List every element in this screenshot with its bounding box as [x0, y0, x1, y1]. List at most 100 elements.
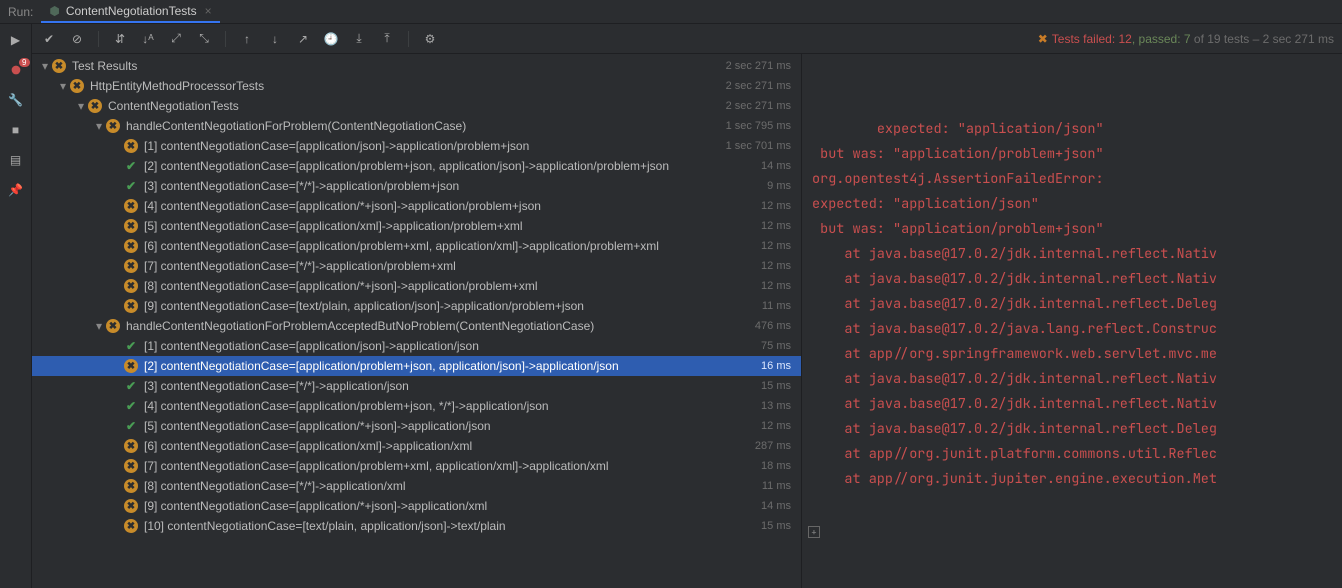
test-toolbar: ✔ ⊘ ⇵ ↓ᴬ ⤢ ⤡ ↑ ↓ ↗ 🕘 ⤓ ⤒ ⚙ ✖ Tests faile…	[32, 24, 1342, 54]
test-node[interactable]: ✖[8] contentNegotiationCase=[application…	[32, 276, 801, 296]
expand-all-icon[interactable]: ⤢	[167, 30, 185, 48]
test-duration: 12 ms	[753, 240, 791, 252]
console-output[interactable]: expected: "application/json" but was: "a…	[802, 54, 1342, 588]
separator	[98, 31, 99, 47]
test-node[interactable]: ✖[7] contentNegotiationCase=[application…	[32, 456, 801, 476]
test-node[interactable]: ✔[3] contentNegotiationCase=[*/*]->appli…	[32, 376, 801, 396]
next-icon[interactable]: ↓	[266, 30, 284, 48]
test-label: handleContentNegotiationForProblemAccept…	[126, 319, 747, 333]
test-duration: 2 sec 271 ms	[718, 100, 791, 112]
test-node[interactable]: ✖[9] contentNegotiationCase=[application…	[32, 496, 801, 516]
test-node[interactable]: ✖[1] contentNegotiationCase=[application…	[32, 136, 801, 156]
summary-suffix: of 19 tests – 2 sec 271 ms	[1191, 32, 1334, 46]
test-duration: 11 ms	[754, 480, 791, 492]
test-node[interactable]: ▾✖HttpEntityMethodProcessorTests2 sec 27…	[32, 76, 801, 96]
pass-icon: ✔	[124, 419, 138, 433]
pass-icon: ✔	[124, 179, 138, 193]
fail-badge-icon: ✖	[1038, 32, 1048, 46]
sort-alpha-icon[interactable]: ↓ᴬ	[139, 30, 157, 48]
test-duration: 12 ms	[753, 200, 791, 212]
test-label: [7] contentNegotiationCase=[application/…	[144, 459, 753, 473]
test-duration: 2 sec 271 ms	[718, 80, 791, 92]
main-row: ▶ 🔧 ■ ▤ 📌 ✔ ⊘ ⇵ ↓ᴬ ⤢ ⤡ ↑ ↓ ↗ 🕘 ⤓ ⤒ ⚙	[0, 24, 1342, 588]
collapse-all-icon[interactable]: ⤡	[195, 30, 213, 48]
show-passed-toggle[interactable]: ✔	[40, 30, 58, 48]
test-label: [9] contentNegotiationCase=[text/plain, …	[144, 299, 754, 313]
test-summary: ✖ Tests failed: 12, passed: 7 of 19 test…	[1038, 32, 1334, 46]
test-node[interactable]: ✖[10] contentNegotiationCase=[text/plain…	[32, 516, 801, 536]
test-duration: 15 ms	[753, 380, 791, 392]
test-label: ContentNegotiationTests	[108, 99, 718, 113]
stop-button[interactable]: ■	[6, 120, 26, 140]
expand-arrow-icon[interactable]: ▾	[38, 59, 52, 73]
test-node[interactable]: ✔[3] contentNegotiationCase=[*/*]->appli…	[32, 176, 801, 196]
test-node[interactable]: ✖ [5] contentNegotiationCase=[application…	[32, 216, 801, 236]
tab-title: ContentNegotiationTests	[66, 4, 197, 18]
test-tree[interactable]: ▾✖Test Results2 sec 271 ms▾✖HttpEntityMe…	[32, 54, 802, 588]
fail-icon: ✖	[106, 319, 120, 333]
test-node[interactable]: ✖[7] contentNegotiationCase=[*/*]->appli…	[32, 256, 801, 276]
fail-icon: ✖	[124, 519, 138, 533]
test-duration: 14 ms	[753, 160, 791, 172]
test-node[interactable]: ▾✖ handleContentNegotiationForProblemAcce…	[32, 316, 801, 336]
test-node[interactable]: ✔[1] contentNegotiationCase=[application…	[32, 336, 801, 356]
test-label: [8] contentNegotiationCase=[application/…	[144, 279, 753, 293]
pass-icon: ✔	[124, 379, 138, 393]
pin-icon[interactable]: 📌	[6, 180, 26, 200]
content-column: ✔ ⊘ ⇵ ↓ᴬ ⤢ ⤡ ↑ ↓ ↗ 🕘 ⤓ ⤒ ⚙ ✖ Tests faile…	[32, 24, 1342, 588]
test-node[interactable]: ▾✖Test Results2 sec 271 ms	[32, 56, 801, 76]
test-node[interactable]: ✔[2] contentNegotiationCase=[application…	[32, 156, 801, 176]
wrench-icon[interactable]: 🔧	[6, 90, 26, 110]
rerun-button[interactable]: ▶	[6, 30, 26, 50]
test-duration: 12 ms	[753, 420, 791, 432]
pass-icon: ✔	[124, 159, 138, 173]
fail-icon: ✖	[124, 259, 138, 273]
test-node[interactable]: ✖[6] contentNegotiationCase=[application…	[32, 436, 801, 456]
test-node[interactable]: ✔[5] contentNegotiationCase=[application…	[32, 416, 801, 436]
console-text: expected: "application/json" but was: "a…	[812, 120, 1217, 488]
test-config-icon: ⬢	[49, 4, 59, 18]
test-duration: 12 ms	[753, 280, 791, 292]
expand-arrow-icon[interactable]: ▾	[92, 319, 106, 333]
test-label: [4] contentNegotiationCase=[application/…	[144, 399, 753, 413]
run-config-tab[interactable]: ⬢ ContentNegotiationTests ×	[41, 1, 219, 23]
summary-failed-count: 12	[1119, 32, 1132, 46]
expand-arrow-icon[interactable]: ▾	[56, 79, 70, 93]
prev-icon[interactable]: ↑	[238, 30, 256, 48]
test-node[interactable]: ✖[6] contentNegotiationCase=[application…	[32, 236, 801, 256]
test-duration: 12 ms	[753, 220, 791, 232]
test-label: [5] contentNegotiationCase=[application/…	[144, 219, 753, 233]
test-node[interactable]: ✔[4] contentNegotiationCase=[application…	[32, 396, 801, 416]
test-node[interactable]: ✖[4] contentNegotiationCase=[application…	[32, 196, 801, 216]
test-duration: 14 ms	[753, 500, 791, 512]
import-icon[interactable]: ⤓	[350, 30, 368, 48]
fail-icon: ✖	[124, 139, 138, 153]
test-node[interactable]: ✖[2] contentNegotiationCase=[application…	[32, 356, 801, 376]
summary-failed-prefix: Tests failed:	[1052, 32, 1119, 46]
show-ignored-toggle[interactable]: ⊘	[68, 30, 86, 48]
history-icon[interactable]: 🕘	[322, 30, 340, 48]
fail-icon: ✖	[124, 439, 138, 453]
fail-icon: ✖	[124, 499, 138, 513]
test-node[interactable]: ✖[9] contentNegotiationCase=[text/plain,…	[32, 296, 801, 316]
fail-icon: ✖	[124, 219, 138, 233]
test-node[interactable]: ✖[8] contentNegotiationCase=[*/*]->appli…	[32, 476, 801, 496]
test-label: [6] contentNegotiationCase=[application/…	[144, 239, 753, 253]
settings-icon[interactable]: ⚙	[421, 30, 439, 48]
test-label: [8] contentNegotiationCase=[*/*]->applic…	[144, 479, 754, 493]
expand-arrow-icon[interactable]: ▾	[92, 119, 106, 133]
test-node[interactable]: ▾✖handleContentNegotiationForProblem(Con…	[32, 116, 801, 136]
test-label: [1] contentNegotiationCase=[application/…	[144, 339, 753, 353]
fail-icon: ✖	[88, 99, 102, 113]
test-duration: 15 ms	[753, 520, 791, 532]
sort-icon[interactable]: ⇵	[111, 30, 129, 48]
rerun-failed-button[interactable]	[6, 60, 26, 80]
close-icon[interactable]: ×	[205, 4, 212, 18]
test-duration: 16 ms	[753, 360, 791, 372]
expand-fold-icon[interactable]: +	[808, 526, 820, 538]
navigate-icon[interactable]: ↗	[294, 30, 312, 48]
test-node[interactable]: ▾✖ ContentNegotiationTests2 sec 271 ms	[32, 96, 801, 116]
expand-arrow-icon[interactable]: ▾	[74, 99, 88, 113]
layout-icon[interactable]: ▤	[6, 150, 26, 170]
export-icon[interactable]: ⤒	[378, 30, 396, 48]
